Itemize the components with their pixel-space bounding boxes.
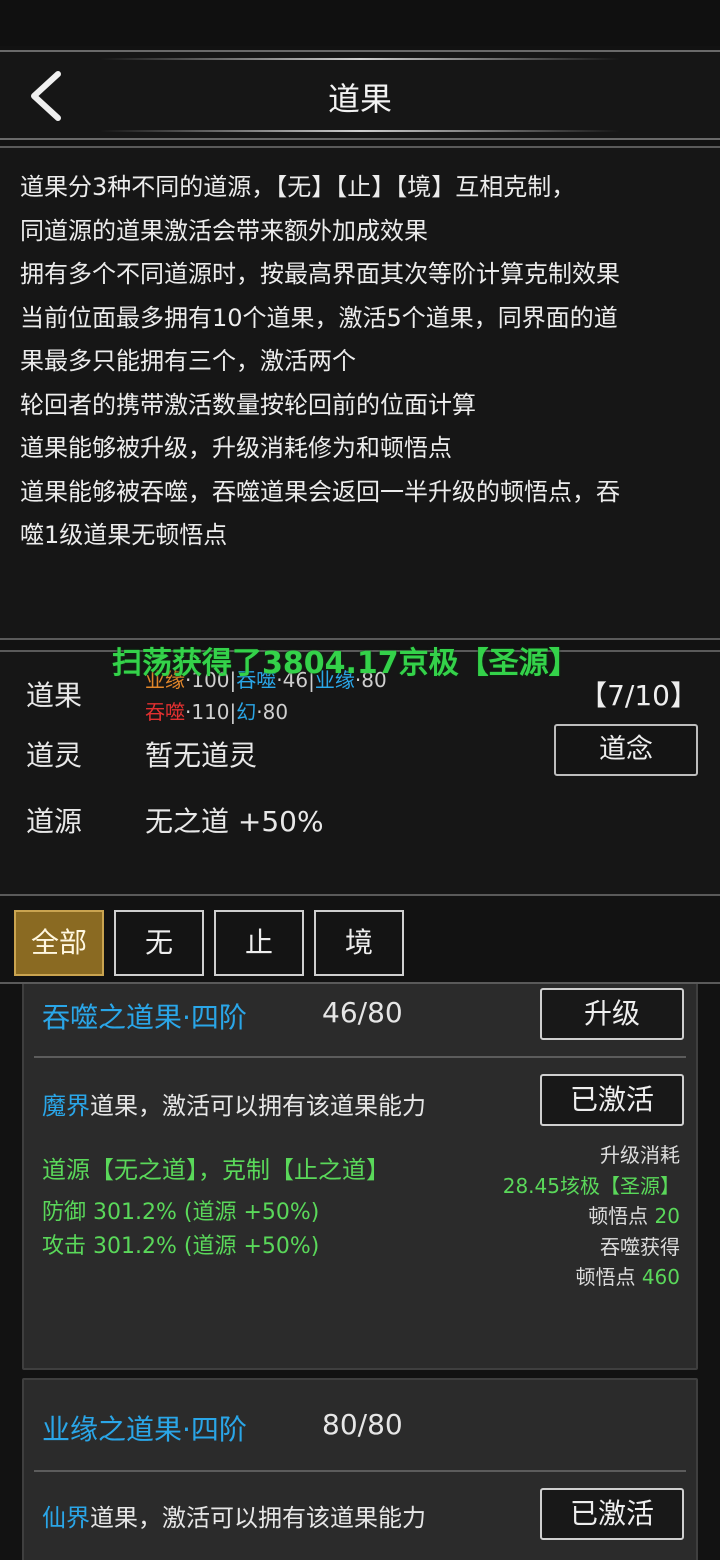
daoguo-label: 道果 bbox=[26, 679, 83, 712]
daoling-value: 暂无道灵 bbox=[145, 739, 258, 772]
rules-description-panel: 道果分3种不同的道源，【无】【止】【境】互相克制， 同道源的道果激活会带来额外加… bbox=[0, 146, 720, 640]
rule-line: 轮回者的携带激活数量按轮回前的位面计算 bbox=[20, 390, 476, 419]
devour-title: 吞噬获得 bbox=[600, 1234, 680, 1259]
sweep-reward-toast: 扫荡获得了3804.17京极【圣源】 bbox=[112, 646, 579, 681]
realm-name: 魔界 bbox=[42, 1092, 90, 1120]
header-glow-bottom bbox=[100, 130, 620, 132]
defense-stat: 防御 301.2% (道源 +50%) bbox=[42, 1200, 320, 1225]
tab-wu[interactable]: 无 bbox=[114, 910, 204, 976]
daoguo-chips-row-2: 吞噬·110|幻·80 bbox=[145, 700, 289, 724]
chip-name: 吞噬 bbox=[145, 700, 185, 724]
cost-points: 顿悟点 20 bbox=[588, 1204, 680, 1228]
activated-button[interactable]: 已激活 bbox=[540, 1074, 684, 1126]
divider bbox=[34, 1470, 686, 1472]
daoguo-card: 业缘之道果·四阶 80/80 仙界道果，激活可以拥有该道果能力 已激活 bbox=[22, 1378, 698, 1560]
daoguo-list[interactable]: 吞噬之道果·四阶 46/80 升级 魔界道果，激活可以拥有该道果能力 已激活 道… bbox=[0, 984, 720, 1560]
chip-name: 幻 bbox=[236, 700, 257, 724]
daonian-button[interactable]: 道念 bbox=[554, 724, 698, 776]
daoguo-card: 吞噬之道果·四阶 46/80 升级 魔界道果，激活可以拥有该道果能力 已激活 道… bbox=[22, 984, 698, 1370]
rule-line: 果最多只能拥有三个，激活两个 bbox=[20, 347, 356, 375]
tab-all[interactable]: 全部 bbox=[14, 910, 104, 976]
rule-line: 道果分3种不同的道源，【无】【止】【境】互相克制， bbox=[20, 173, 576, 201]
devour-points: 顿悟点 460 bbox=[575, 1265, 680, 1289]
tab-jing[interactable]: 境 bbox=[314, 910, 404, 976]
summary-panel: 道果 业缘·100|吞噬·46|业缘·80 吞噬·110|幻·80 【7/10】… bbox=[0, 650, 720, 896]
rule-line: 拥有多个不同道源时，按最高界面其次等阶计算克制效果 bbox=[20, 260, 620, 288]
card-progress: 46/80 bbox=[322, 996, 403, 1029]
header-glow-top bbox=[100, 58, 620, 60]
cost-amount: 28.45垓极【圣源】 bbox=[502, 1173, 680, 1198]
header-bar: 道果 bbox=[0, 50, 720, 140]
activated-button[interactable]: 已激活 bbox=[540, 1488, 684, 1540]
realm-name: 仙界 bbox=[42, 1504, 90, 1532]
card-title: 业缘之道果·四阶 bbox=[42, 1413, 247, 1446]
upgrade-cost-panel: 升级消耗 28.45垓极【圣源】 顿悟点 20 吞噬获得 顿悟点 460 bbox=[503, 1140, 680, 1293]
filter-tabs: 全部 无 止 境 bbox=[0, 900, 720, 984]
status-bar bbox=[0, 0, 720, 46]
card-title: 吞噬之道果·四阶 bbox=[42, 1001, 247, 1034]
rule-line: 道果能够被吞噬，吞噬道果会返回一半升级的顿悟点，吞 bbox=[20, 477, 620, 506]
rule-line: 道果能够被升级，升级消耗修为和顿悟点 bbox=[20, 434, 452, 462]
rule-line: 当前位面最多拥有10个道果，激活5个道果，同界面的道 bbox=[20, 303, 618, 332]
rule-line: 同道源的道果激活会带来额外加成效果 bbox=[20, 216, 428, 245]
cost-title: 升级消耗 bbox=[600, 1143, 680, 1167]
daoling-label: 道灵 bbox=[26, 739, 83, 772]
tab-zhi[interactable]: 止 bbox=[214, 910, 304, 976]
daoyuan-value: 无之道 +50% bbox=[145, 805, 324, 838]
card-description: 魔界道果，激活可以拥有该道果能力 bbox=[42, 1092, 426, 1120]
card-progress: 80/80 bbox=[322, 1408, 403, 1441]
upgrade-button[interactable]: 升级 bbox=[540, 988, 684, 1040]
dao-source-line: 道源【无之道】，克制【止之道】 bbox=[42, 1156, 390, 1184]
attack-stat: 攻击 301.2% (道源 +50%) bbox=[42, 1234, 320, 1259]
chip-value: 80 bbox=[262, 700, 289, 724]
daoyuan-label: 道源 bbox=[26, 805, 83, 838]
chip-value: 110 bbox=[191, 700, 230, 724]
rule-line: 噬1级道果无顿悟点 bbox=[20, 521, 228, 549]
daoguo-count: 【7/10】 bbox=[579, 679, 698, 712]
page-title: 道果 bbox=[327, 80, 392, 118]
divider bbox=[34, 1056, 686, 1058]
card-description: 仙界道果，激活可以拥有该道果能力 bbox=[42, 1504, 426, 1532]
